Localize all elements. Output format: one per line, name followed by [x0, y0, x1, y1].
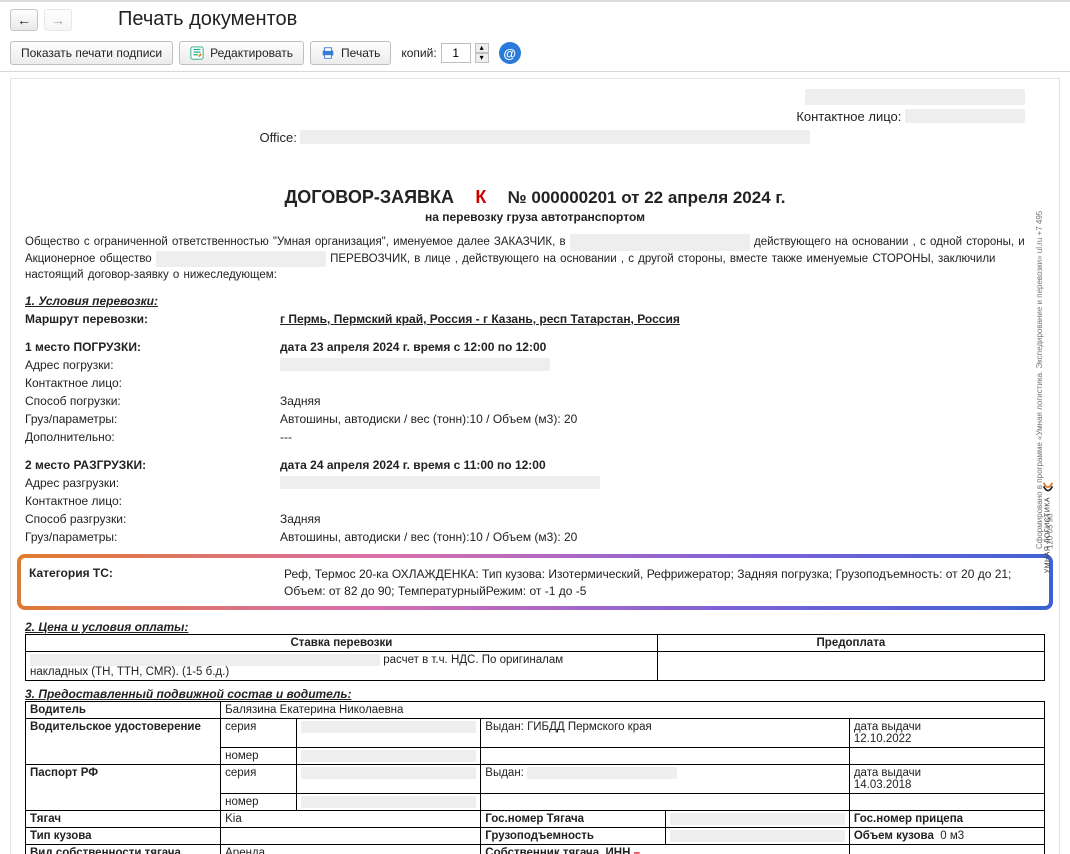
nav-forward-button[interactable]: → [44, 9, 72, 31]
vehicle-category-highlight: Категория ТС: Реф, Термос 20-ка ОХЛАЖДЕН… [17, 554, 1053, 610]
section-3-heading: 3. Предоставленный подвижной состав и во… [25, 687, 1045, 701]
topbar: ← → Печать документов [0, 2, 1070, 37]
copies-stepper: копий: ▴ ▾ [401, 43, 488, 63]
edit-icon [190, 46, 204, 60]
office-line: Office: [25, 130, 1045, 145]
at-icon: @ [503, 46, 516, 61]
printer-icon [321, 46, 335, 60]
toolbar: Показать печати подписи Редактировать Пе… [0, 37, 1070, 72]
print-button[interactable]: Печать [310, 41, 391, 65]
page-title: Печать документов [78, 8, 297, 31]
rate-table: Ставка перевозки Предоплата расчет в т.ч… [25, 634, 1045, 681]
section-1-heading: 1. Условия перевозки: [25, 294, 1045, 308]
arrow-right-icon: → [51, 12, 65, 28]
edit-button[interactable]: Редактировать [179, 41, 304, 65]
section-2-heading: 2. Цена и условия оплаты: [25, 620, 1045, 634]
unloading-heading-row: 2 место РАЗГРУЗКИ: дата 24 апреля 2024 г… [25, 458, 1045, 472]
copies-up-button[interactable]: ▴ [475, 43, 489, 53]
copies-label: копий: [401, 46, 436, 60]
show-signatures-button[interactable]: Показать печати подписи [10, 41, 173, 65]
document-title: ДОГОВОР-ЗАЯВКА К № 000000201 от 22 апрел… [25, 187, 1045, 208]
route-row: Маршрут перевозки: г Пермь, Пермский кра… [25, 312, 1045, 326]
email-button[interactable]: @ [499, 42, 521, 64]
arrow-left-icon: ← [17, 12, 31, 28]
copies-down-button[interactable]: ▾ [475, 53, 489, 63]
copies-input[interactable] [441, 43, 471, 63]
header-right-redact [25, 89, 1045, 105]
document-subtitle: на перевозку груза автотранспортом [25, 210, 1045, 224]
side-logo: УМНАЯ ЛОГИСТИКА [1041, 479, 1055, 573]
loading-heading-row: 1 место ПОГРУЗКИ: дата 23 апреля 2024 г.… [25, 340, 1045, 354]
contact-line: Контактное лицо: [25, 109, 1025, 124]
preamble: Общество с ограниченной ответственностью… [25, 234, 1045, 284]
vehicle-table: Водитель Балязина Екатерина Николаевна В… [25, 701, 1045, 854]
nav-back-button[interactable]: ← [10, 9, 38, 31]
app-window: ← → Печать документов Показать печати по… [0, 0, 1070, 854]
document-preview: Сформировано в программе «Умная логистик… [10, 78, 1060, 854]
